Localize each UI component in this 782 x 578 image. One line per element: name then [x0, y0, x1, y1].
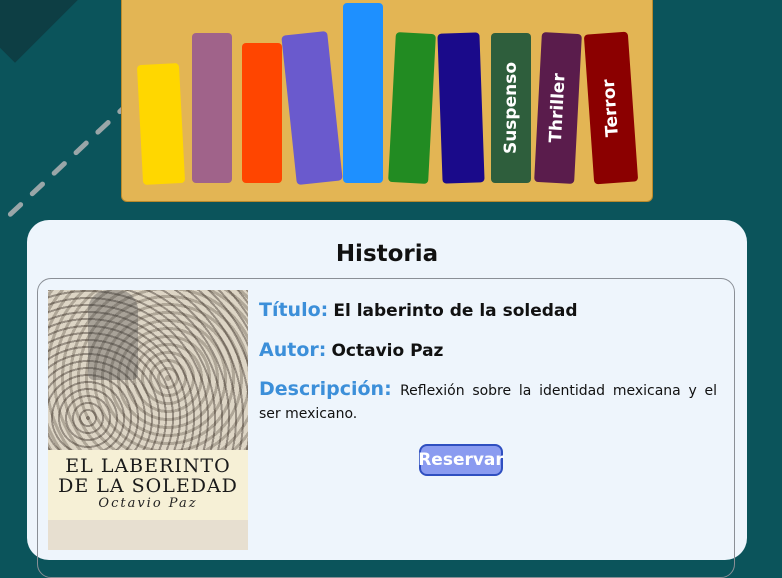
book-genre-yellow[interactable]: [136, 62, 186, 186]
cover-title-line2: DE LA SOLEDAD: [58, 475, 238, 497]
book-genre-mauve[interactable]: [192, 33, 232, 183]
cover-title-line1: EL LABERINTO: [65, 455, 231, 477]
title-label: Título:: [259, 299, 329, 321]
book-genre-terror[interactable]: Terror: [583, 31, 639, 185]
book-genre-orange[interactable]: [242, 43, 282, 183]
author-label: Autor:: [259, 339, 327, 361]
book-genre-slate[interactable]: [281, 31, 343, 185]
cover-author: Octavio Paz: [98, 496, 198, 511]
genre-bookshelf: Suspenso Thriller Terror: [121, 0, 653, 202]
book-entry: EL LABERINTO DE LA SOLEDAD Octavio Paz T…: [37, 278, 735, 578]
book-genre-blue[interactable]: [343, 3, 383, 183]
book-info: Título: El laberinto de la soledad Autor…: [259, 299, 717, 443]
dashed-path-decoration: [0, 99, 133, 227]
description-label: Descripción:: [259, 378, 392, 400]
book-details-card: Historia EL LABERINTO DE LA SOLEDAD Octa…: [27, 220, 747, 578]
book-genre-suspenso[interactable]: Suspenso: [491, 33, 531, 183]
author-row: Autor: Octavio Paz: [259, 339, 717, 361]
book-cover-image: EL LABERINTO DE LA SOLEDAD Octavio Paz: [48, 290, 248, 550]
title-value: El laberinto de la soledad: [333, 301, 578, 321]
genre-title: Historia: [335, 241, 439, 267]
description-row: Descripción: Reflexión sobre la identida…: [259, 379, 717, 425]
author-value: Octavio Paz: [331, 341, 444, 361]
book-genre-thriller[interactable]: Thriller: [534, 32, 582, 184]
reserve-button[interactable]: Reservar: [418, 444, 504, 476]
book-genre-green[interactable]: [388, 32, 436, 184]
book-genre-indigo[interactable]: [437, 32, 485, 184]
title-row: Título: El laberinto de la soledad: [259, 299, 717, 321]
